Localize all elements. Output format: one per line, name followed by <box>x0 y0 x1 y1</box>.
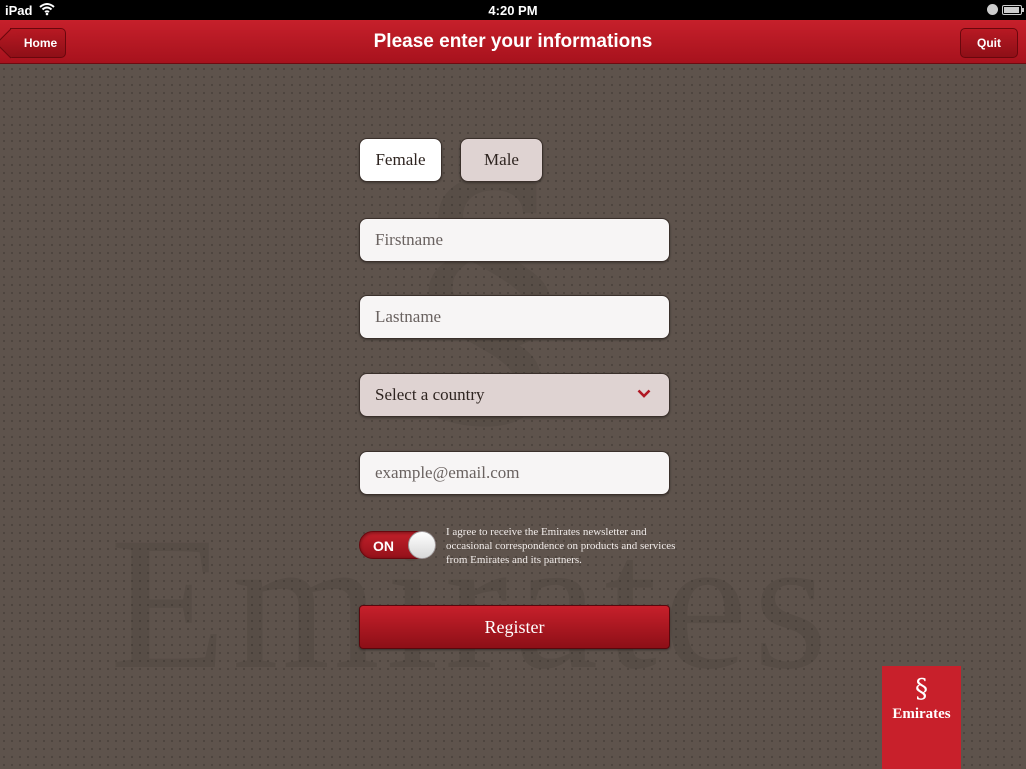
firstname-field[interactable] <box>359 218 670 262</box>
newsletter-consent-text: I agree to receive the Emirates newslett… <box>446 526 676 566</box>
country-select[interactable]: Select a country <box>359 373 670 417</box>
country-select-label: Select a country <box>375 385 485 404</box>
gender-female-button[interactable]: Female <box>359 138 442 182</box>
quit-button[interactable]: Quit <box>960 28 1018 58</box>
status-bar: iPad 4:20 PM <box>0 0 1026 20</box>
toggle-on-label: ON <box>373 538 394 554</box>
firstname-input[interactable] <box>375 230 655 250</box>
email-input[interactable] <box>375 463 655 483</box>
toggle-knob[interactable] <box>408 531 436 559</box>
lastname-field[interactable] <box>359 295 670 339</box>
battery-icon <box>1002 5 1024 15</box>
register-button[interactable]: Register <box>359 605 670 649</box>
gender-male-button[interactable]: Male <box>460 138 543 182</box>
emirates-emblem-icon: § <box>915 674 928 704</box>
lastname-input[interactable] <box>375 307 655 327</box>
home-button-label: Home <box>23 36 58 50</box>
emirates-logo: § Emirates <box>882 666 961 769</box>
page-title: Please enter your informations <box>373 31 653 52</box>
rotation-lock-icon <box>987 4 998 15</box>
navigation-bar: Home Please enter your informations Quit <box>0 20 1026 64</box>
logo-text: Emirates <box>892 706 951 722</box>
email-field[interactable] <box>359 451 670 495</box>
newsletter-toggle[interactable]: ON <box>359 531 436 559</box>
chevron-down-icon <box>637 387 651 403</box>
clock: 4:20 PM <box>488 3 538 18</box>
